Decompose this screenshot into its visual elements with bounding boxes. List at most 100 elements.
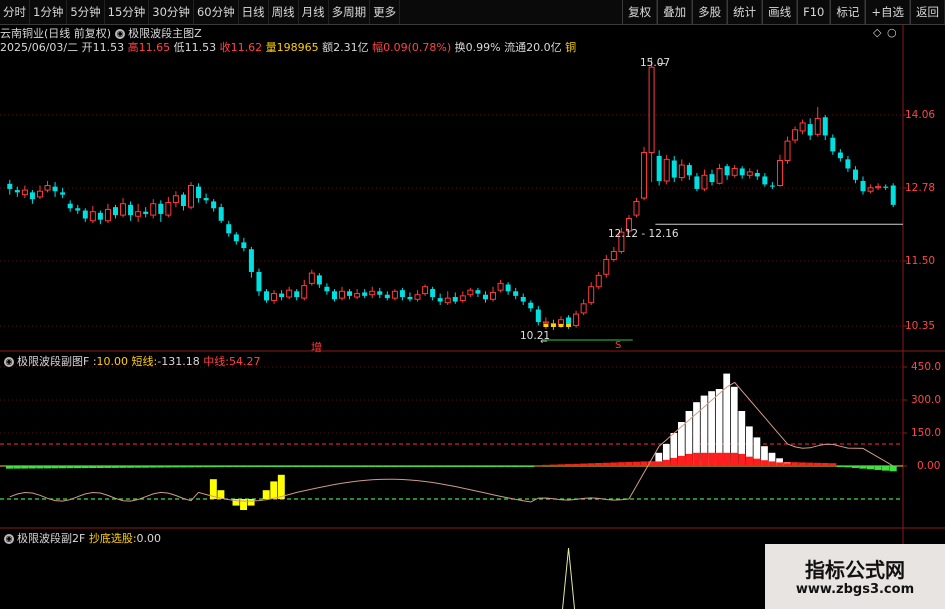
candle-body (520, 296, 526, 302)
red-bar (685, 453, 693, 466)
candle-body (513, 291, 519, 296)
histogram-bar (406, 466, 414, 467)
chart-canvas[interactable]: ← (0, 0, 945, 609)
candle-body (694, 176, 700, 189)
histogram-bar (791, 462, 799, 466)
settings-circle-icon[interactable]: ◉ (4, 357, 14, 367)
candle-body (678, 164, 685, 179)
histogram-bar (617, 462, 625, 466)
red-bar (662, 459, 671, 466)
histogram-bar (798, 462, 807, 466)
histogram-bar (262, 466, 270, 467)
histogram-bar (436, 466, 444, 467)
histogram-bar (610, 462, 618, 466)
histogram-bar (602, 462, 610, 466)
red-bar (670, 457, 678, 466)
candle-body (475, 290, 481, 294)
watermark-title: 指标公式网 (805, 558, 905, 582)
candle-body (595, 274, 602, 288)
bottom-signal-bar (247, 499, 255, 506)
histogram-bar (368, 466, 376, 467)
candle-body (391, 290, 398, 299)
candle-body (528, 302, 534, 309)
histogram-bar (874, 466, 882, 470)
candle-body (97, 212, 103, 220)
candle-body (542, 321, 549, 324)
histogram-bar (232, 466, 240, 467)
histogram-bar (66, 466, 74, 469)
candle-body (792, 129, 799, 141)
signal-dot (543, 324, 549, 327)
histogram-bar (640, 461, 648, 466)
histogram-bar (43, 466, 52, 469)
histogram-bar (459, 466, 467, 467)
histogram-bar (496, 466, 505, 467)
candle-body (264, 291, 270, 301)
price-axis-label: 11.50 (905, 255, 936, 267)
red-bar (723, 452, 731, 466)
candle-body (384, 294, 390, 299)
candle-body (890, 185, 896, 205)
histogram-bar (149, 466, 157, 468)
candle-body (776, 159, 783, 187)
histogram-bar (844, 466, 852, 468)
histogram-bar (300, 466, 308, 467)
histogram-bar (308, 466, 316, 467)
histogram-bar (164, 466, 172, 468)
histogram-bar (6, 466, 14, 469)
indicator1-f-value: 10.00 (96, 355, 129, 368)
ind1-axis-label: 450.0 (911, 361, 942, 373)
histogram-bar (474, 466, 482, 467)
histogram-bar (315, 466, 323, 467)
histogram-bar (104, 466, 112, 468)
histogram-bar (179, 466, 187, 468)
indicator2-name[interactable]: 极限波段副2F (17, 532, 85, 545)
red-bar (708, 452, 716, 466)
candle-body (180, 194, 186, 206)
indicator1-name[interactable]: 极限波段副图F (17, 355, 89, 368)
candle-body (7, 183, 13, 189)
select-value: 0.00 (136, 532, 162, 545)
histogram-bar (527, 466, 535, 467)
candle-body (709, 174, 715, 183)
histogram-bar (534, 465, 542, 467)
candle-body (301, 285, 308, 299)
candle-body (814, 117, 821, 135)
histogram-bar (806, 462, 814, 466)
candle-body (580, 303, 587, 314)
candle-body (430, 289, 436, 297)
mid-line-value: 54.27 (228, 355, 261, 368)
histogram-bar (443, 466, 452, 467)
candle-body (399, 290, 405, 297)
candle-body (324, 286, 330, 292)
histogram-bar (194, 466, 203, 468)
histogram-bar (451, 466, 459, 467)
bottom-signal-bar (270, 481, 278, 499)
histogram-bar (126, 466, 135, 468)
histogram-bar (383, 466, 391, 467)
candle-body (701, 174, 708, 190)
histogram-bar (51, 466, 59, 469)
candle-body (150, 203, 157, 216)
signal-dot (550, 324, 556, 327)
histogram-bar (889, 466, 897, 472)
candle-body (557, 319, 564, 325)
settings-circle-icon[interactable]: ◉ (4, 534, 14, 544)
candle-body (610, 250, 617, 260)
candle-body (29, 192, 35, 200)
histogram-bar (157, 466, 165, 468)
candle-body (256, 271, 262, 292)
red-bar (753, 458, 761, 466)
red-bar (768, 461, 776, 466)
candle-body (452, 296, 458, 302)
short-line-label: 短线: (131, 355, 158, 368)
histogram-bar (353, 466, 361, 467)
candle-body (187, 185, 194, 208)
red-bar (783, 463, 791, 466)
histogram-bar (172, 466, 180, 468)
candle-body (286, 289, 293, 298)
histogram-bar (285, 466, 293, 467)
histogram-bar (859, 466, 867, 469)
red-bar (776, 462, 784, 466)
candle-body (82, 210, 88, 219)
